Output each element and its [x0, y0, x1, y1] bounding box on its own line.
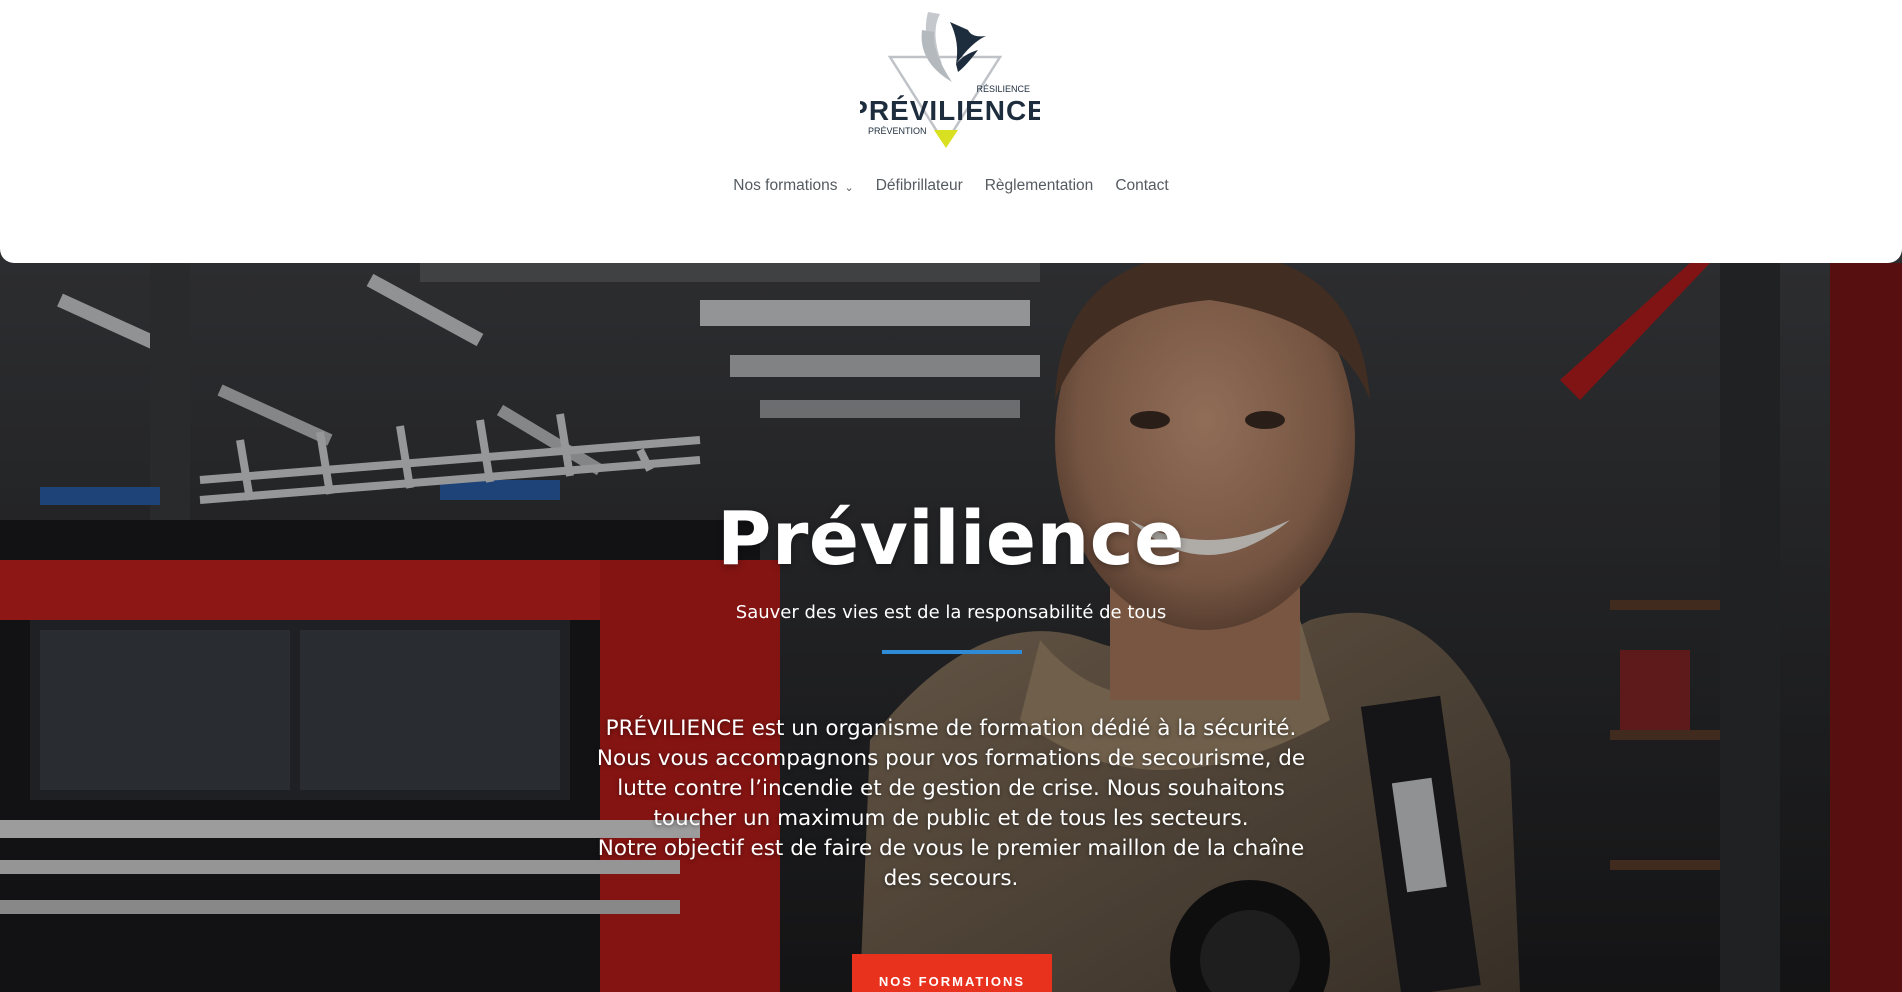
hero-paragraph: Notre objectif est de faire de vous le p…	[597, 836, 1305, 891]
hero-subtitle: Sauver des vies est de la responsabilité…	[735, 602, 1167, 623]
hero-divider	[882, 650, 1022, 654]
site-logo[interactable]: PRÉVILIENCE RÉSILIENCE PRÉVENTION	[860, 2, 1040, 152]
logo-brand-text: PRÉVILIENCE	[860, 95, 1040, 126]
hero-paragraph: PRÉVILIENCE est un organisme de formatio…	[605, 716, 1297, 741]
hero-description: PRÉVILIENCE est un organisme de formatio…	[591, 714, 1311, 894]
nav-item-label: Règlementation	[984, 177, 1094, 194]
nav-item-label: Contact	[1115, 177, 1169, 194]
nav-item-reglementation[interactable]: Règlementation	[974, 174, 1105, 198]
nos-formations-button[interactable]: NOS FORMATIONS	[852, 954, 1052, 992]
main-nav: Nos formations ⌄ Défibrillateur Règlemen…	[0, 174, 1902, 198]
logo-tag-bottom: PRÉVENTION	[868, 126, 927, 136]
nav-item-defibrillateur[interactable]: Défibrillateur	[865, 174, 974, 198]
nav-item-nos-formations[interactable]: Nos formations ⌄	[722, 174, 864, 198]
nav-item-label: Nos formations	[733, 177, 838, 194]
nav-item-contact[interactable]: Contact	[1104, 174, 1179, 198]
nav-item-label: Défibrillateur	[875, 177, 963, 194]
hero-paragraph: Nous vous accompagnons pour vos formatio…	[596, 746, 1306, 831]
hero-title: Prévilience	[717, 496, 1185, 582]
site-header: PRÉVILIENCE RÉSILIENCE PRÉVENTION Nos fo…	[0, 0, 1902, 263]
logo-tag-top: RÉSILIENCE	[976, 84, 1030, 94]
chevron-down-icon: ⌄	[844, 181, 854, 194]
